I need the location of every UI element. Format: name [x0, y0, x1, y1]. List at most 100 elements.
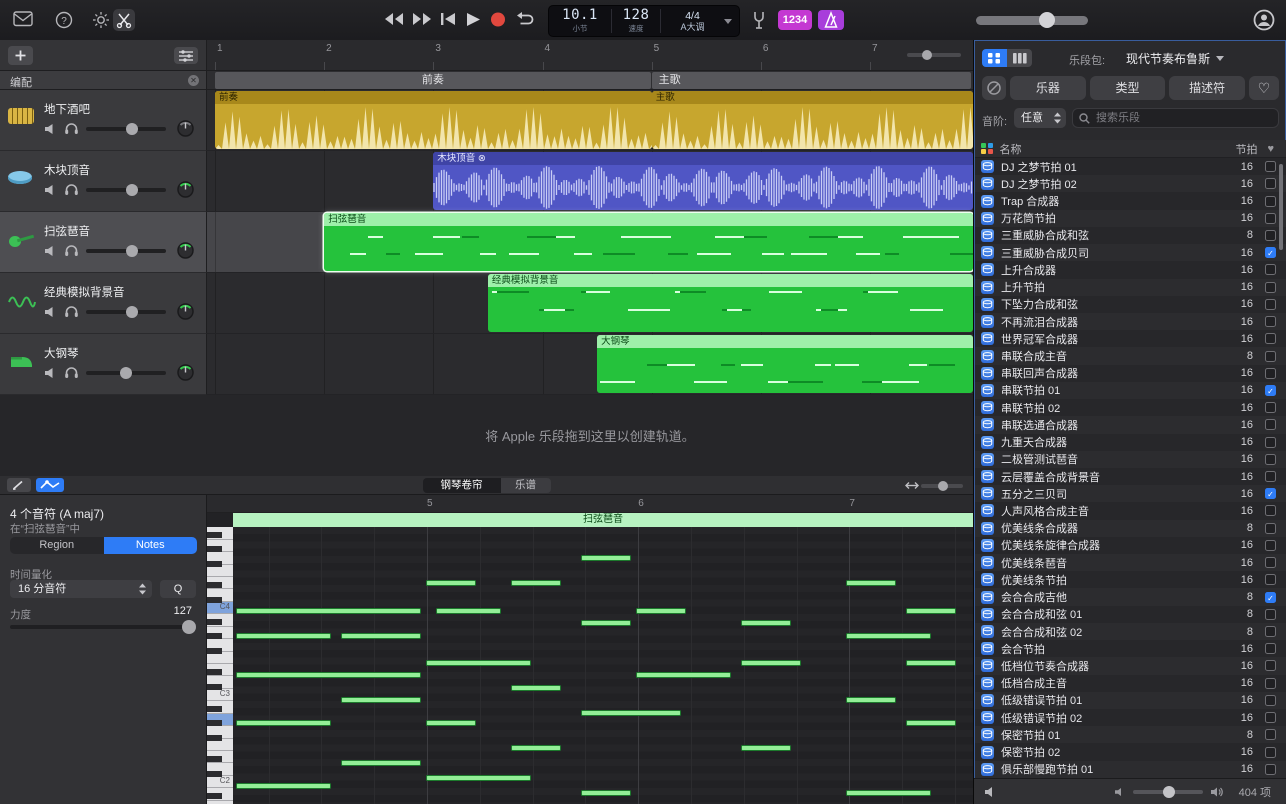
loop-row[interactable]: 串联节拍 0116✓	[975, 382, 1286, 399]
volume-slider[interactable]	[86, 127, 166, 131]
mute-button[interactable]	[44, 306, 60, 319]
audio-region[interactable]: 木块顶音 ⊗	[433, 152, 973, 210]
black-key[interactable]	[207, 706, 222, 712]
loop-row[interactable]: 会合合成吉他8✓	[975, 588, 1286, 605]
piano-roll-note[interactable]	[581, 555, 631, 561]
loop-row[interactable]: 会合节拍16	[975, 640, 1286, 657]
volume-slider[interactable]	[86, 188, 166, 192]
quantize-apply-button[interactable]: Q	[160, 580, 196, 598]
column-favorite-icon[interactable]: ♥	[1267, 143, 1274, 155]
piano-roll-note[interactable]	[236, 720, 331, 726]
search-input[interactable]	[1094, 111, 1272, 125]
loop-row[interactable]: 九重天合成器16	[975, 434, 1286, 451]
scale-select[interactable]: 任意	[1014, 108, 1066, 128]
velocity-thumb[interactable]	[182, 620, 196, 634]
loop-favorite-checkbox[interactable]	[1265, 609, 1276, 620]
loop-favorite-checkbox[interactable]	[1265, 351, 1276, 362]
column-name-label[interactable]: 名称	[1000, 141, 1236, 157]
editor-zoom-slider[interactable]	[921, 484, 963, 488]
go-to-beginning-button[interactable]	[439, 11, 463, 29]
horizontal-resize-icon[interactable]	[905, 481, 919, 490]
help-icon[interactable]: ?	[55, 11, 73, 29]
loop-row[interactable]: 保密节拍 018	[975, 726, 1286, 743]
piano-roll-note[interactable]	[511, 745, 561, 751]
loop-favorite-checkbox[interactable]	[1265, 333, 1276, 344]
segment-notes[interactable]: Notes	[104, 537, 198, 554]
editor-zoom-thumb[interactable]	[938, 481, 948, 491]
track-header[interactable]: 经典模拟背景音	[0, 273, 207, 334]
volume-thumb[interactable]	[120, 367, 132, 379]
track-header[interactable]: 木块顶音	[0, 151, 207, 212]
record-button[interactable]	[489, 11, 513, 29]
piano-roll-note[interactable]	[581, 790, 631, 796]
grid-view-button[interactable]	[982, 49, 1007, 67]
preview-volume-slider[interactable]	[1133, 790, 1203, 794]
piano-roll-note[interactable]	[426, 775, 531, 781]
loop-row[interactable]: 优美线条琶音16	[975, 554, 1286, 571]
loop-row[interactable]: 优美线条节拍16	[975, 571, 1286, 588]
loop-row[interactable]: 下坠力合成和弦16	[975, 296, 1286, 313]
reset-filters-button[interactable]	[982, 76, 1006, 100]
timeline-zoom-slider[interactable]	[907, 53, 961, 57]
preview-volume-thumb[interactable]	[1163, 786, 1175, 798]
segment-region[interactable]: Region	[10, 537, 104, 554]
black-key[interactable]	[207, 735, 222, 741]
piano-roll-note[interactable]	[906, 608, 956, 614]
loop-favorite-checkbox[interactable]	[1265, 557, 1276, 568]
loop-favorite-checkbox[interactable]	[1265, 230, 1276, 241]
volume-thumb[interactable]	[126, 123, 138, 135]
black-key[interactable]	[207, 582, 222, 588]
black-key[interactable]	[207, 669, 222, 675]
loop-favorite-checkbox[interactable]	[1265, 419, 1276, 430]
loop-row[interactable]: 五分之三贝司16✓	[975, 485, 1286, 502]
loop-row[interactable]: 三重威胁合成和弦8	[975, 227, 1286, 244]
cycle-button[interactable]	[515, 11, 539, 29]
timeline-ruler[interactable]: 1234567	[207, 40, 973, 71]
loop-favorite-checkbox[interactable]	[1265, 402, 1276, 413]
volume-thumb[interactable]	[126, 184, 138, 196]
loop-favorite-checkbox[interactable]	[1265, 437, 1276, 448]
time-quantize-select[interactable]: 16 分音符	[10, 580, 152, 598]
loop-favorite-checkbox[interactable]	[1265, 316, 1276, 327]
loop-row[interactable]: 世界冠军合成器16	[975, 330, 1286, 347]
library-icon[interactable]	[13, 11, 33, 27]
editor-pencil-button[interactable]	[7, 478, 31, 492]
loop-favorite-checkbox[interactable]	[1265, 660, 1276, 671]
loop-list-scrollbar[interactable]	[1279, 164, 1283, 250]
rewind-button[interactable]	[383, 11, 407, 29]
piano-roll-note[interactable]	[636, 672, 731, 678]
black-key[interactable]	[207, 793, 222, 799]
piano-roll-note[interactable]	[741, 660, 801, 666]
loop-row[interactable]: 串联合成主音8	[975, 347, 1286, 364]
loop-row[interactable]: 优美线条旋律合成器16	[975, 537, 1286, 554]
loop-row[interactable]: 串联节拍 0216	[975, 399, 1286, 416]
loop-row[interactable]: 低级错误节拍 0116	[975, 692, 1286, 709]
loop-favorite-checkbox[interactable]	[1265, 729, 1276, 740]
column-beats-label[interactable]: 节拍	[1235, 141, 1257, 157]
loop-favorite-checkbox[interactable]: ✓	[1265, 488, 1276, 499]
piano-roll-note[interactable]	[341, 760, 421, 766]
zoom-thumb[interactable]	[922, 50, 932, 60]
midi-region[interactable]: 扫弦琶音	[324, 213, 973, 271]
pan-knob[interactable]	[176, 180, 195, 199]
loop-row[interactable]: 云层覆盖合成背景音16	[975, 468, 1286, 485]
piano-roll-note[interactable]	[236, 672, 421, 678]
loop-favorite-checkbox[interactable]	[1265, 574, 1276, 585]
loop-row[interactable]: 串联回声合成器16	[975, 365, 1286, 382]
track-header[interactable]: 大钢琴	[0, 334, 207, 395]
loop-search-field[interactable]	[1072, 108, 1279, 128]
arrangement-marker[interactable]: 主歌	[652, 72, 971, 89]
close-arrangement-icon[interactable]: ✕	[188, 75, 199, 86]
loop-favorite-checkbox[interactable]	[1265, 471, 1276, 482]
loop-row[interactable]: 保密节拍 0216	[975, 743, 1286, 760]
piano-roll-note[interactable]	[426, 580, 476, 586]
solo-button[interactable]	[64, 366, 80, 379]
loop-row[interactable]: 上升节拍16	[975, 279, 1286, 296]
loop-row[interactable]: 上升合成器16	[975, 261, 1286, 278]
mute-button[interactable]	[44, 245, 60, 258]
loop-favorite-checkbox[interactable]	[1265, 540, 1276, 551]
black-key[interactable]	[207, 532, 222, 538]
volume-thumb[interactable]	[126, 245, 138, 257]
loop-favorite-checkbox[interactable]	[1265, 712, 1276, 723]
loop-row[interactable]: 会合合成和弦 018	[975, 606, 1286, 623]
